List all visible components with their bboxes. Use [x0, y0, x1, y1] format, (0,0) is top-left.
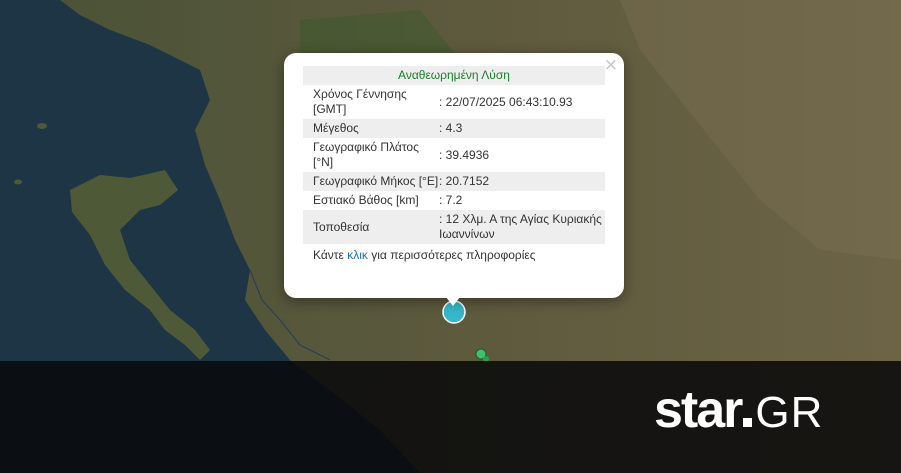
table-row: Χρόνος Γέννησης [GMT] : 22/07/2025 06:43… — [303, 85, 605, 119]
row-label: Γεωγραφικό Μήκος [°E] — [313, 174, 439, 188]
star-gr-logo: star GR — [654, 380, 823, 440]
islet — [37, 123, 47, 129]
popup-title: Αναθεωρημένη Λύση — [303, 66, 605, 85]
islet — [14, 179, 22, 185]
table-row: Γεωγραφικό Μήκος [°E] : 20.7152 — [303, 172, 605, 191]
more-info-line: Κάντε κλικ για περισσότερες πληροφορίες — [303, 244, 605, 263]
more-info-link[interactable]: κλικ — [347, 248, 368, 262]
more-suffix: για περισσότερες πληροφορίες — [371, 248, 536, 262]
row-label: Γεωγραφικό Πλάτος [°N] — [313, 140, 419, 169]
row-label: Εστιακό Βάθος [km] — [313, 193, 419, 207]
row-label: Τοποθεσία — [313, 219, 370, 234]
row-label: Μέγεθος — [313, 121, 359, 135]
close-icon[interactable]: × — [604, 55, 618, 75]
row-value: : 7.2 — [439, 193, 463, 207]
row-value: : 4.3 — [439, 121, 463, 135]
quake-info-table: Αναθεωρημένη Λύση Χρόνος Γέννησης [GMT] … — [303, 66, 605, 263]
logo-star-text: star — [654, 381, 743, 439]
table-row: Εστιακό Βάθος [km] : 7.2 — [303, 191, 605, 210]
earthquake-popup: × Αναθεωρημένη Λύση Χρόνος Γέννησης [GMT… — [284, 53, 624, 298]
logo-dot — [743, 418, 753, 427]
logo-gr-text: GR — [755, 388, 824, 437]
table-row: Γεωγραφικό Πλάτος [°N] : 39.4936 — [303, 138, 605, 172]
popup-pointer — [442, 292, 464, 306]
row-value: : 22/07/2025 06:43:10.93 — [439, 94, 573, 109]
row-value: : 12 Χλμ. Α της Αγίας Κυριακής Ιωαννίνων — [439, 212, 602, 241]
row-value: : 39.4936 — [439, 147, 490, 162]
more-prefix: Κάντε — [313, 248, 344, 262]
table-row: Μέγεθος : 4.3 — [303, 119, 605, 138]
row-label: Χρόνος Γέννησης [GMT] — [313, 87, 407, 116]
row-value: : 20.7152 — [439, 174, 490, 188]
table-row: Τοποθεσία : 12 Χλμ. Α της Αγίας Κυριακής… — [303, 210, 605, 244]
